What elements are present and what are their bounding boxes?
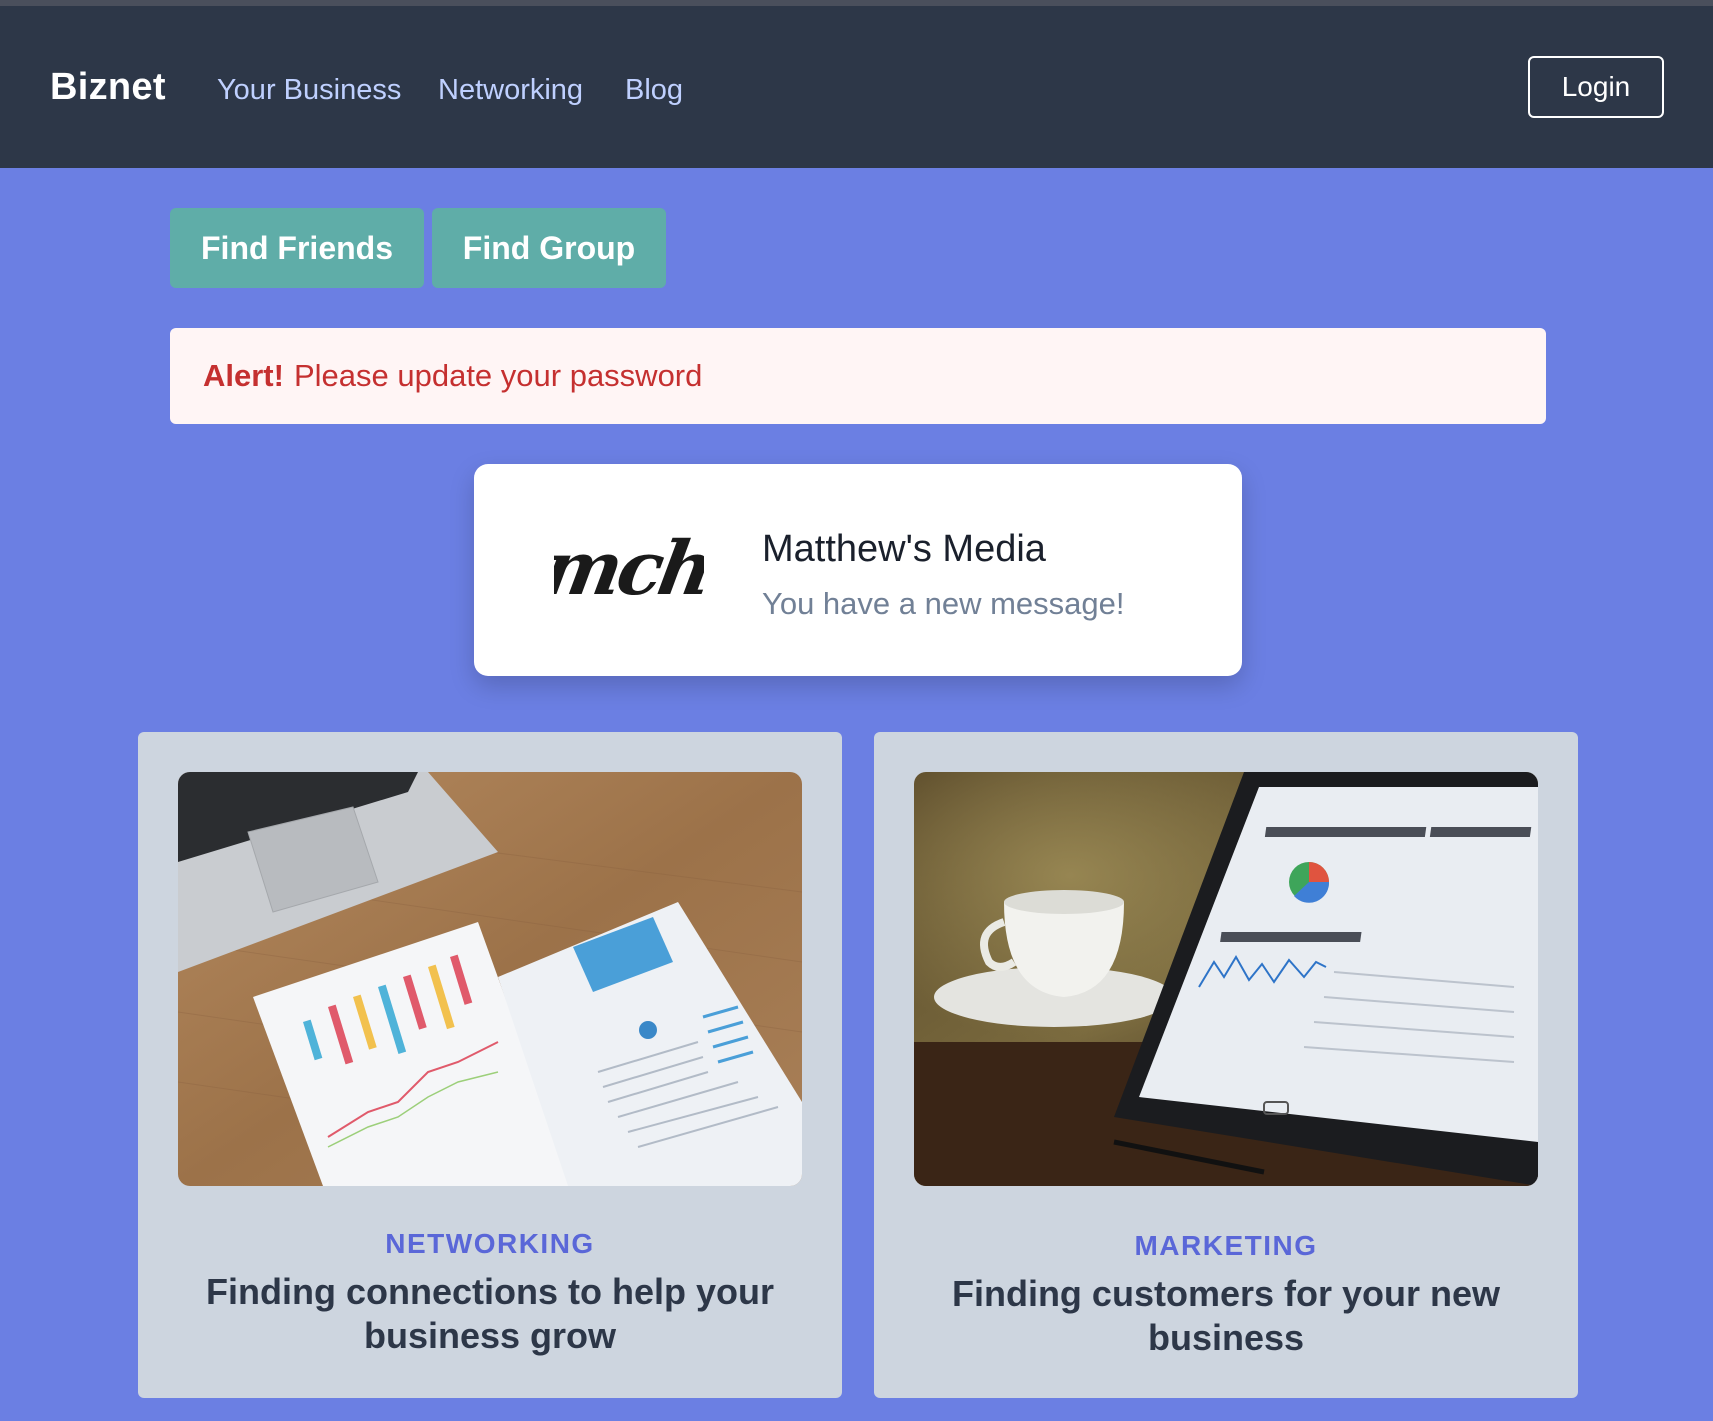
nav-link-blog[interactable]: Blog bbox=[625, 74, 683, 107]
brand-logo[interactable]: Biznet bbox=[50, 66, 166, 109]
app-window: Biznet Your Business Networking Blog Log… bbox=[0, 0, 1713, 1421]
tablet-analytics-photo bbox=[914, 772, 1538, 1186]
login-button[interactable]: Login bbox=[1528, 56, 1664, 118]
card-headline[interactable]: Finding connections to help your busines… bbox=[178, 1270, 802, 1358]
card-category: NETWORKING bbox=[385, 1228, 595, 1259]
logo-text: mch bbox=[554, 525, 704, 612]
password-alert: Alert! Please update your password bbox=[170, 328, 1546, 424]
alert-label: Alert! bbox=[203, 358, 284, 393]
find-friends-button[interactable]: Find Friends bbox=[170, 208, 424, 288]
nav-link-networking[interactable]: Networking bbox=[438, 74, 583, 107]
message-card[interactable]: mch Matthew's Media You have a new messa… bbox=[474, 464, 1242, 676]
marketing-card[interactable]: MARKETING Finding customers for your new… bbox=[874, 732, 1578, 1398]
alert-message: Please update your password bbox=[293, 358, 703, 393]
card-headline[interactable]: Finding customers for your new business bbox=[914, 1272, 1538, 1360]
laptop-and-reports-photo bbox=[178, 772, 802, 1186]
message-text: You have a new message! bbox=[762, 586, 1125, 621]
nav-link-your-business[interactable]: Your Business bbox=[217, 74, 401, 107]
networking-card[interactable]: NETWORKING Finding connections to help y… bbox=[138, 732, 842, 1398]
card-category: MARKETING bbox=[1134, 1230, 1318, 1261]
find-group-button[interactable]: Find Group bbox=[432, 208, 666, 288]
navbar: Biznet Your Business Networking Blog Log… bbox=[0, 6, 1713, 168]
matthews-media-logo: mch bbox=[554, 525, 704, 612]
message-sender: Matthew's Media bbox=[762, 528, 1046, 570]
